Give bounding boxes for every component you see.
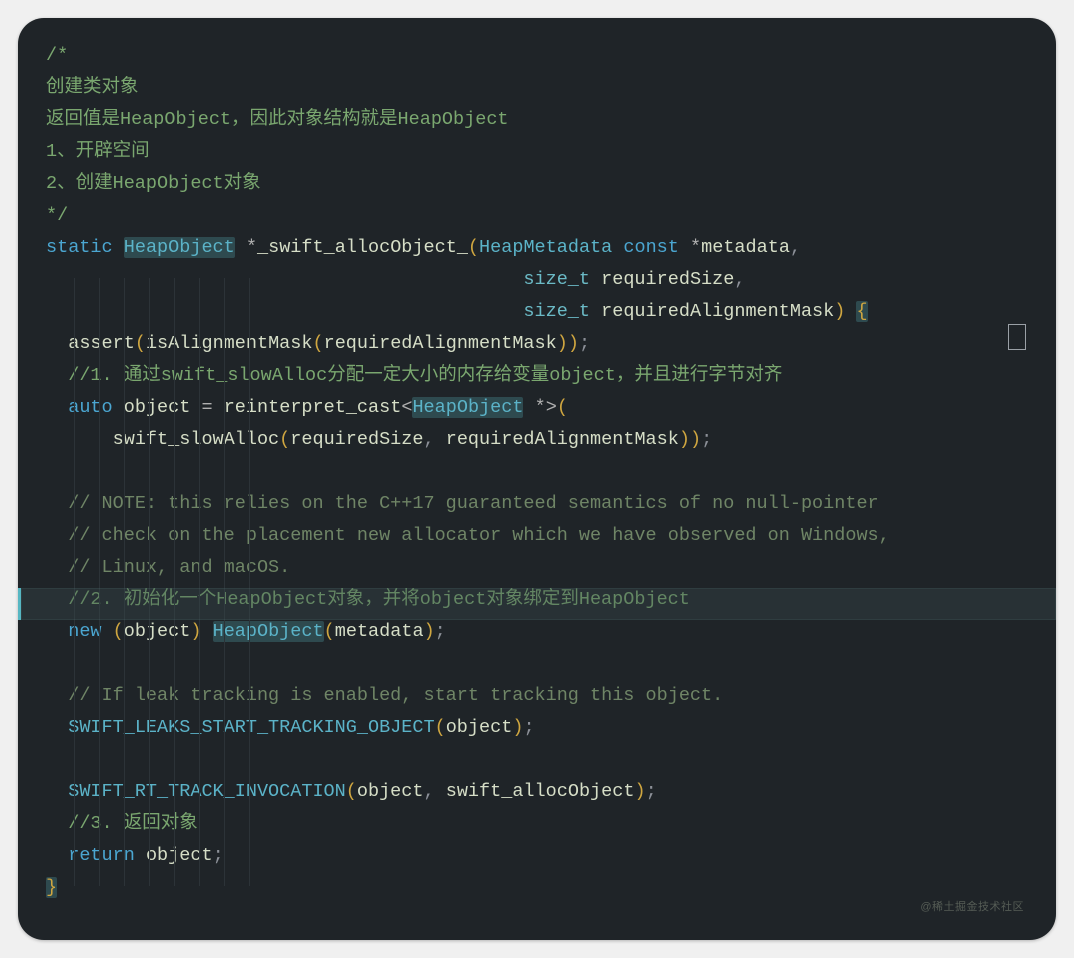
comment-note: // NOTE: this relies on the C++17 guaran… [68, 493, 878, 514]
paren-open: ( [312, 333, 323, 354]
arg-requiredsize: requiredSize [290, 429, 423, 450]
paren-close: ) [512, 717, 523, 738]
type-heapobject: HeapObject [213, 621, 324, 642]
star-op: * [246, 237, 257, 258]
paren-open: ( [346, 781, 357, 802]
arg-object: object [124, 621, 191, 642]
paren-close: ) [634, 781, 645, 802]
comma: , [424, 781, 435, 802]
arg-requiredalign: requiredAlignmentMask [324, 333, 557, 354]
semicolon: ; [213, 845, 224, 866]
star-op: * [690, 237, 701, 258]
comment-line: 创建类对象 [46, 77, 139, 98]
semicolon: ; [646, 781, 657, 802]
paren-open: ( [468, 237, 479, 258]
keyword-const: const [623, 237, 679, 258]
star-op: * [535, 397, 546, 418]
type-size-t: size_t [523, 269, 590, 290]
comment-step1: //1. 通过swift_slowAlloc分配一定大小的内存给变量object… [68, 365, 782, 386]
indent-guide [99, 278, 100, 886]
comma: , [424, 429, 435, 450]
comment-open: /* [46, 45, 68, 66]
paren-open: ( [135, 333, 146, 354]
watermark: @稀土掘金技术社区 [920, 898, 1024, 914]
brace-open: { [856, 301, 867, 322]
semicolon: ; [579, 333, 590, 354]
indent-guide [149, 278, 150, 886]
semicolon: ; [435, 621, 446, 642]
code-block: /* 创建类对象 返回值是HeapObject，因此对象结构就是HeapObje… [46, 40, 1028, 904]
comment-line: 返回值是HeapObject，因此对象结构就是HeapObject [46, 109, 509, 130]
indent-guide [199, 278, 200, 886]
code-card: /* 创建类对象 返回值是HeapObject，因此对象结构就是HeapObje… [18, 18, 1056, 940]
paren-close: ) [557, 333, 568, 354]
semicolon: ; [523, 717, 534, 738]
call-reinterpretcast: reinterpret_cast [224, 397, 402, 418]
type-heapobject: HeapObject [124, 237, 235, 258]
paren-open: ( [113, 621, 124, 642]
comment-line: 2、创建HeapObject对象 [46, 173, 261, 194]
arg-requiredalign: requiredAlignmentMask [446, 429, 679, 450]
cursor-indicator-icon [1008, 324, 1026, 350]
type-size-t: size_t [523, 301, 590, 322]
paren-close: ) [568, 333, 579, 354]
call-isalignmentmask: isAlignmentMask [146, 333, 313, 354]
arg-object: object [357, 781, 424, 802]
current-line-highlight [18, 588, 1056, 620]
function-name: _swift_allocObject_ [257, 237, 468, 258]
param-metadata: metadata [701, 237, 790, 258]
paren-open: ( [324, 621, 335, 642]
paren-close: ) [679, 429, 690, 450]
comma: , [734, 269, 745, 290]
arg-swiftalloc: swift_allocObject [446, 781, 635, 802]
paren-close: ) [424, 621, 435, 642]
paren-open: ( [279, 429, 290, 450]
var-object: object [146, 845, 213, 866]
keyword-static: static [46, 237, 113, 258]
indent-guide [174, 278, 175, 886]
lt: < [401, 397, 412, 418]
macro-rt: SWIFT_RT_TRACK_INVOCATION [68, 781, 346, 802]
comment-step3: //3. 返回对象 [68, 813, 198, 834]
paren-close: ) [834, 301, 845, 322]
arg-object: object [446, 717, 513, 738]
call-slowalloc: swift_slowAlloc [113, 429, 280, 450]
indent-guide [124, 278, 125, 886]
comment-line: 1、开辟空间 [46, 141, 150, 162]
equals: = [201, 397, 212, 418]
var-object: object [124, 397, 191, 418]
comment-close: */ [46, 205, 68, 226]
arg-metadata: metadata [335, 621, 424, 642]
comment-note: // check on the placement new allocator … [68, 525, 890, 546]
indent-guide [74, 278, 75, 886]
paren-open: ( [557, 397, 568, 418]
indent-guide [224, 278, 225, 886]
comment-leak: // If leak tracking is enabled, start tr… [68, 685, 723, 706]
gt: > [546, 397, 557, 418]
param-requiredalign: requiredAlignmentMask [601, 301, 834, 322]
param-requiredsize: requiredSize [601, 269, 734, 290]
comment-note: // Linux, and macOS. [68, 557, 290, 578]
paren-close: ) [690, 429, 701, 450]
paren-open: ( [435, 717, 446, 738]
type-heapmetadata: HeapMetadata [479, 237, 612, 258]
semicolon: ; [701, 429, 712, 450]
comma: , [790, 237, 801, 258]
brace-close: } [46, 877, 57, 898]
indent-guide [249, 278, 250, 886]
type-heapobject: HeapObject [412, 397, 523, 418]
